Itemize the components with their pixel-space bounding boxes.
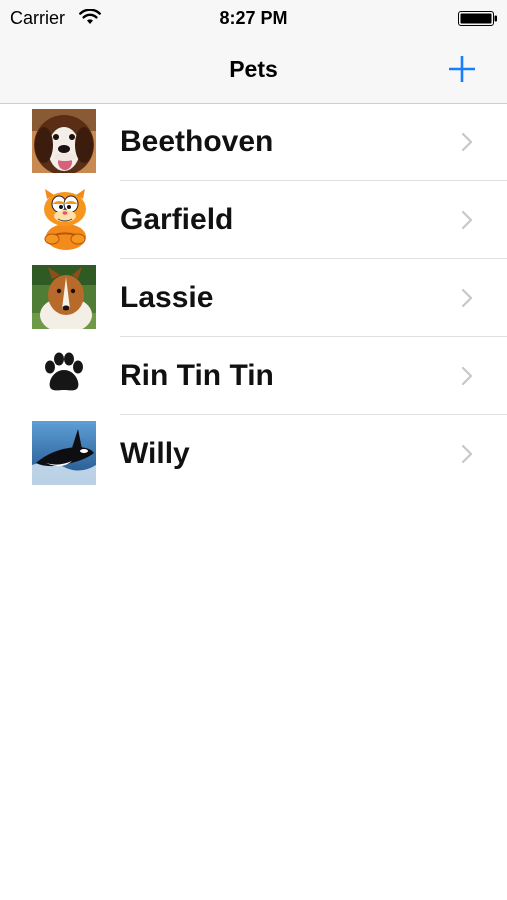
pet-row-willy[interactable]: Willy (0, 415, 507, 493)
add-pet-button[interactable] (440, 49, 484, 89)
pet-row-garfield[interactable]: Garfield (0, 181, 507, 259)
pet-name: Rin Tin Tin (120, 359, 274, 392)
pet-row-beethoven[interactable]: Beethoven (0, 103, 507, 181)
pet-name: Willy (120, 437, 190, 470)
status-time: 8:27 PM (219, 8, 288, 28)
orange-cartoon-cat (32, 187, 96, 251)
collie-dog-photo (32, 265, 96, 329)
chevron-right-icon (460, 287, 474, 309)
pet-name: Garfield (120, 203, 234, 236)
chevron-right-icon (460, 131, 474, 153)
paw-print-icon (32, 343, 96, 407)
pet-row-rin-tin-tin[interactable]: Rin Tin Tin (0, 337, 507, 415)
battery-icon (458, 11, 498, 26)
chevron-right-icon (460, 365, 474, 387)
status-bar: Carrier 8:27 PM (0, 0, 507, 37)
pet-name: Lassie (120, 281, 214, 314)
navigation-bar: Pets (0, 37, 507, 103)
pet-list: Beethoven Garfield Lassie Rin Tin Tin Wi… (0, 103, 507, 493)
plus-icon (449, 56, 475, 82)
app-screen: Carrier 8:27 PM Pets Beethoven Garfield … (0, 0, 507, 900)
chevron-right-icon (460, 209, 474, 231)
pet-name: Beethoven (120, 125, 274, 158)
chevron-right-icon (460, 443, 474, 465)
saint-bernard-dog-photo (32, 109, 96, 173)
pet-row-lassie[interactable]: Lassie (0, 259, 507, 337)
page-title: Pets (229, 56, 278, 82)
orca-whale-photo (32, 421, 96, 485)
